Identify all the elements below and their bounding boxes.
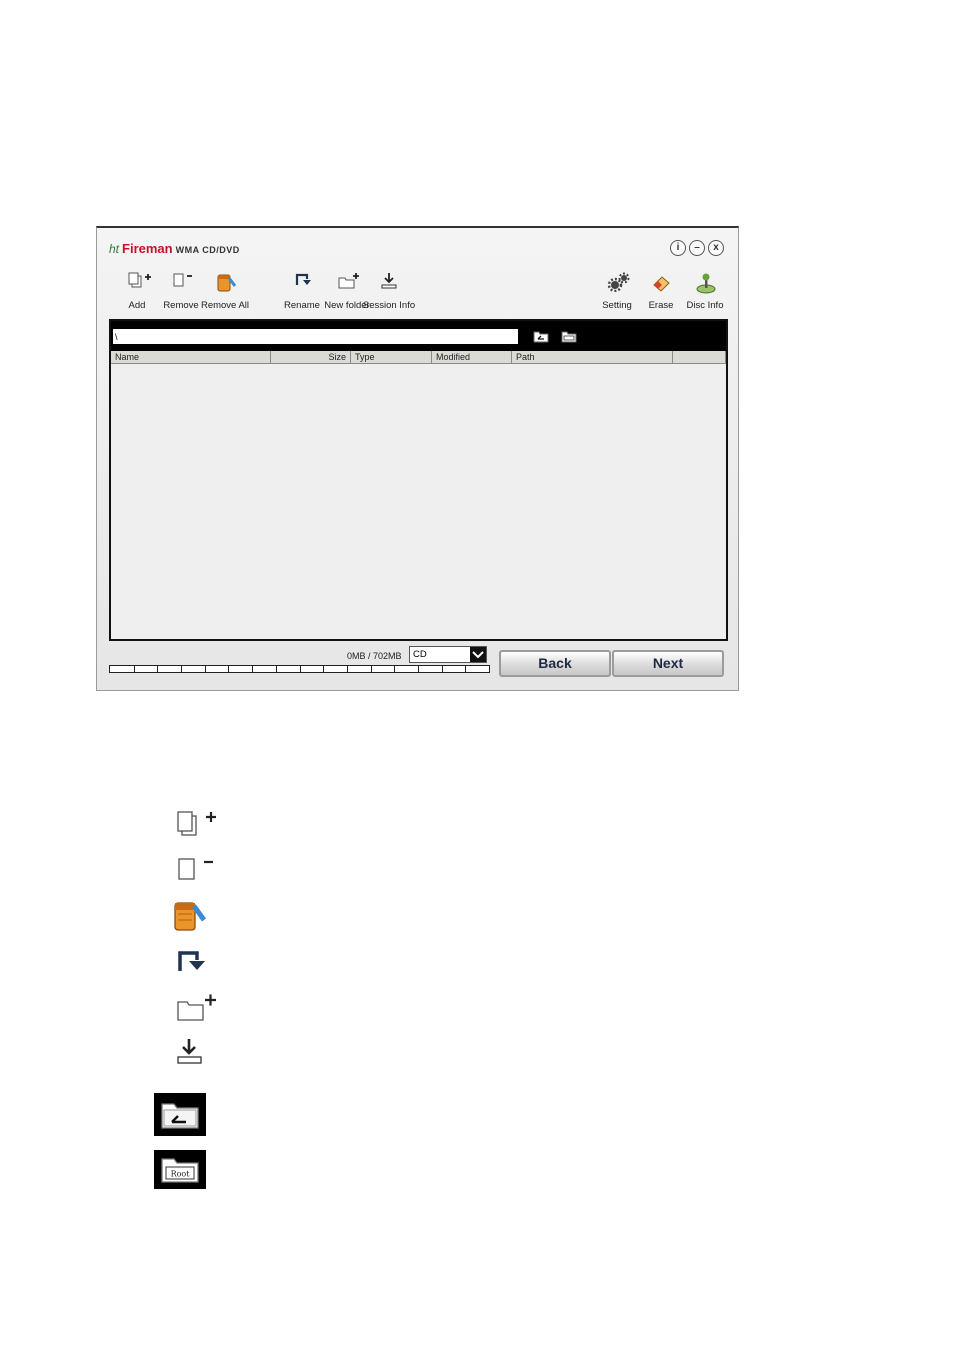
add-label: Add xyxy=(128,300,146,311)
ruler-tick xyxy=(394,665,396,672)
disc-info-label: Disc Info xyxy=(686,300,724,311)
folder-root-icon: Root xyxy=(161,1158,199,1183)
ruler-tick xyxy=(133,665,135,672)
ruler-tick xyxy=(299,665,301,672)
folder-up-icon[interactable] xyxy=(533,330,549,343)
ruler-tick xyxy=(252,665,254,672)
column-size[interactable]: Size xyxy=(271,351,351,364)
app-logo: ht Fireman WMA CD/DVD xyxy=(109,241,240,256)
eraser-icon xyxy=(653,276,670,292)
ruler-tick xyxy=(157,665,159,672)
capacity-ruler xyxy=(109,665,490,673)
rename-arrow-icon xyxy=(295,273,311,285)
column-type[interactable]: Type xyxy=(351,351,432,364)
column-name[interactable]: Name xyxy=(111,351,271,364)
remove-label: Remove xyxy=(163,300,199,311)
session-info-label: Session Info xyxy=(362,300,416,311)
rename-arrow-icon xyxy=(178,951,205,971)
minimize-button[interactable]: – xyxy=(689,240,705,256)
path-bar xyxy=(111,321,726,351)
remove-file-icon xyxy=(178,858,213,880)
remove-all-label: Remove All xyxy=(200,300,250,311)
ruler-tick xyxy=(441,665,443,672)
file-list-panel: Name Size Type Modified Path xyxy=(109,319,728,641)
folder-root-icon[interactable] xyxy=(561,330,577,343)
gears-icon xyxy=(607,272,630,292)
ruler-tick xyxy=(204,665,206,672)
logo-mark: ht xyxy=(109,242,120,256)
ruler-tick xyxy=(181,665,183,672)
ruler-tick xyxy=(228,665,230,672)
app-subtitle: WMA CD/DVD xyxy=(175,245,240,255)
path-input[interactable] xyxy=(113,329,518,344)
column-modified[interactable]: Modified xyxy=(432,351,512,364)
info-button[interactable]: i xyxy=(670,240,686,256)
trash-bin-icon xyxy=(217,274,237,292)
chevron-down-icon xyxy=(472,651,484,659)
column-path[interactable]: Path xyxy=(512,351,673,364)
ruler-tick xyxy=(370,665,372,672)
root-label: Root xyxy=(171,1170,191,1179)
close-button[interactable]: x xyxy=(708,240,724,256)
media-type-select[interactable]: CD xyxy=(409,646,487,663)
app-name: Fireman xyxy=(122,241,173,256)
new-folder-icon xyxy=(338,273,359,289)
rename-label: Rename xyxy=(284,300,320,311)
folder-root-legend-tile: Root xyxy=(154,1150,206,1189)
trash-bin-icon xyxy=(174,902,207,931)
setting-label: Setting xyxy=(602,300,632,311)
add-file-icon xyxy=(128,272,151,288)
ruler-tick xyxy=(346,665,348,672)
fireman-app-window: ht Fireman WMA CD/DVD i – x Add Remove Rem… xyxy=(96,226,739,691)
folder-up-legend-tile xyxy=(154,1093,206,1136)
download-icon xyxy=(177,1039,202,1064)
new-folder-icon xyxy=(177,994,216,1021)
media-type-value: CD xyxy=(413,649,427,660)
capacity-readout: 0MB / 702MB xyxy=(347,651,402,661)
joystick-icon xyxy=(696,273,716,294)
add-file-icon xyxy=(177,811,216,836)
column-filler xyxy=(673,351,726,364)
ruler-tick xyxy=(465,665,467,672)
back-button[interactable]: Back xyxy=(499,650,611,677)
folder-up-icon xyxy=(161,1103,199,1129)
close-icon: x xyxy=(713,242,719,253)
next-button[interactable]: Next xyxy=(612,650,724,677)
minimize-icon: – xyxy=(694,242,700,253)
ruler-tick xyxy=(323,665,325,672)
download-icon xyxy=(381,273,397,289)
info-icon: i xyxy=(676,242,680,253)
ruler-tick xyxy=(275,665,277,672)
erase-label: Erase xyxy=(648,300,674,311)
ruler-tick xyxy=(417,665,419,672)
remove-file-icon xyxy=(173,273,192,287)
dropdown-arrow[interactable] xyxy=(470,647,486,662)
file-list-area[interactable] xyxy=(111,364,726,639)
